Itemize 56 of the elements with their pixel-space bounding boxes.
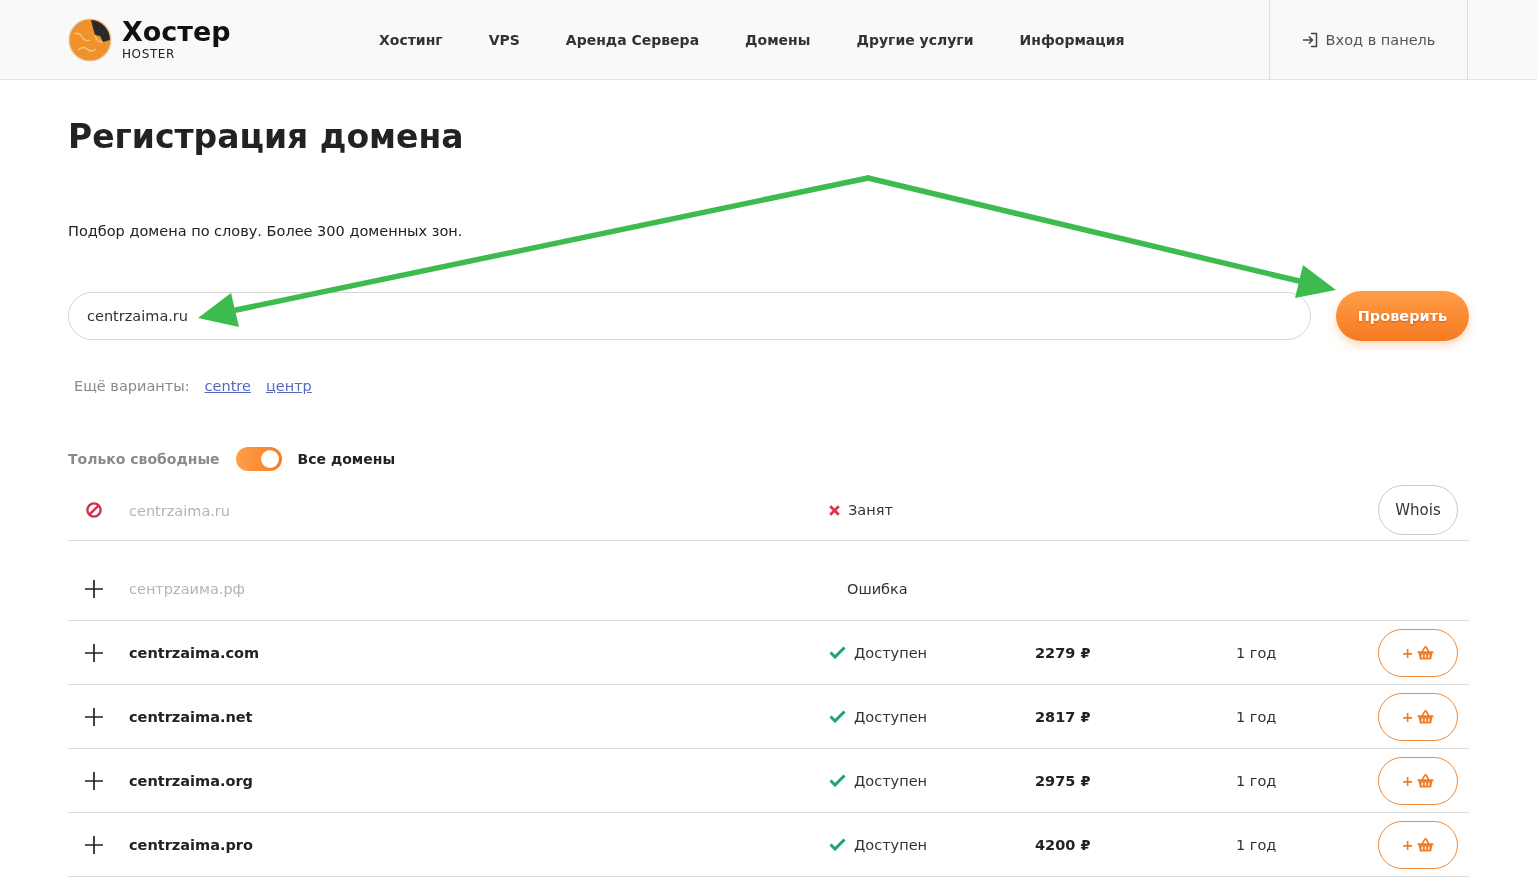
- suggestion-link[interactable]: центр: [265, 378, 312, 394]
- period-text: 1 год: [1236, 773, 1277, 789]
- filter-label: Только свободные: [68, 451, 220, 467]
- domain-name: centrzaima.com: [129, 645, 260, 661]
- check-icon: [829, 838, 846, 851]
- login-button[interactable]: Вход в панель: [1269, 0, 1468, 79]
- forbidden-icon: [86, 502, 102, 518]
- check-icon: [829, 710, 846, 723]
- domain-name: centrzaima.pro: [129, 837, 253, 853]
- status-text: Доступен: [854, 772, 928, 789]
- period-text: 1 год: [1236, 645, 1277, 661]
- domain-name: centrzaima.net: [129, 709, 253, 725]
- filter-label: Все домены: [297, 451, 396, 467]
- status-text: Занят: [848, 502, 893, 518]
- price-text: 2817 ₽: [1035, 709, 1091, 725]
- nav-link[interactable]: Другие услуги: [856, 31, 974, 48]
- toggle-switch[interactable]: [235, 447, 282, 471]
- suggestions-label: Ещё варианты:: [74, 378, 190, 394]
- price-text: 4200 ₽: [1035, 837, 1091, 853]
- plus-icon[interactable]: [85, 771, 103, 790]
- logo-icon: [68, 17, 112, 62]
- price-text: 2279 ₽: [1035, 645, 1091, 661]
- plus-icon[interactable]: [85, 579, 103, 598]
- whois-button[interactable]: Whois: [1378, 485, 1458, 535]
- status-text: Доступен: [854, 708, 928, 725]
- status-text: Доступен: [854, 836, 928, 853]
- basket-icon: [1417, 709, 1435, 724]
- basket-icon: [1417, 773, 1435, 788]
- plus-icon[interactable]: [85, 707, 103, 726]
- status-text: Ошибка: [847, 580, 908, 597]
- login-icon: [1301, 31, 1318, 48]
- search-field[interactable]: centrzaima.ru: [68, 292, 1311, 340]
- price-text: 2975 ₽: [1035, 773, 1091, 789]
- description-text: Подбор домена по слову. Более 300 доменных зон.: [68, 222, 464, 241]
- plus-icon[interactable]: [85, 643, 103, 662]
- nav-link[interactable]: Хостинг: [379, 31, 443, 48]
- nav-link[interactable]: Аренда Сервера: [565, 31, 700, 48]
- cross-icon: [829, 504, 840, 516]
- nav-link[interactable]: Домены: [745, 31, 811, 48]
- period-text: 1 год: [1236, 709, 1277, 725]
- basket-icon: [1417, 837, 1435, 852]
- nav-link[interactable]: Информация: [1019, 31, 1125, 48]
- period-text: 1 год: [1236, 837, 1277, 853]
- logo-subtitle: HOSTER: [122, 47, 176, 61]
- plus-icon[interactable]: [85, 835, 103, 854]
- nav-link[interactable]: VPS: [488, 31, 520, 48]
- status-text: Доступен: [854, 644, 928, 661]
- suggestion-link[interactable]: centre: [204, 378, 251, 394]
- check-icon: [829, 774, 846, 787]
- domain-name: сентрzаима.рф: [129, 581, 245, 597]
- logo-title: Хостер: [122, 18, 231, 46]
- domain-name: centrzaima.ru: [129, 502, 231, 519]
- check-icon: [829, 646, 846, 659]
- basket-icon: [1417, 645, 1435, 660]
- page-title: Регистрация домена: [68, 116, 465, 158]
- domain-name: centrzaima.org: [129, 773, 253, 789]
